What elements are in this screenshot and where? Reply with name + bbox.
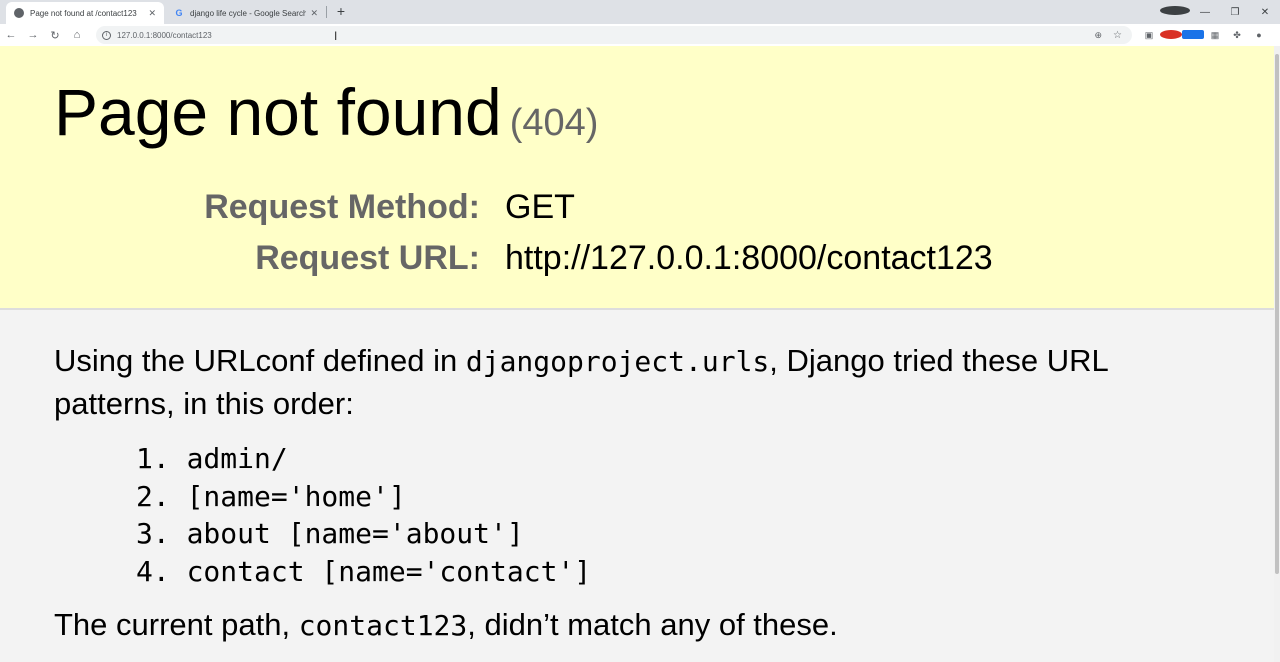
home-icon[interactable]: ⌂ bbox=[66, 29, 88, 41]
current-path-text: The current path, bbox=[54, 607, 299, 642]
profile-icon[interactable] bbox=[1160, 6, 1190, 18]
close-window-icon[interactable]: ✕ bbox=[1250, 7, 1280, 18]
intro-text: Using the URLconf defined in bbox=[54, 343, 466, 378]
google-icon: G bbox=[175, 8, 183, 18]
extension-red-icon[interactable] bbox=[1160, 29, 1182, 41]
current-path: contact123 bbox=[298, 609, 468, 642]
globe-icon bbox=[14, 8, 24, 18]
text-cursor-icon: I bbox=[334, 29, 338, 43]
urlconf-explanation: Using the URLconf defined in djangoproje… bbox=[54, 340, 1234, 425]
close-tab-icon[interactable]: ✕ bbox=[310, 8, 318, 19]
tab-page-not-found[interactable]: Page not found at /contact123 ✕ bbox=[6, 2, 164, 24]
error-info: Using the URLconf defined in djangoproje… bbox=[0, 312, 1274, 662]
page-title-text: Page not found bbox=[54, 75, 502, 149]
address-bar-url: 127.0.0.1:8000/contact123 bbox=[117, 30, 212, 40]
tab-title: Page not found at /contact123 bbox=[30, 8, 137, 18]
url-pattern-item: 2. [name='home'] bbox=[136, 479, 406, 513]
url-pattern-list: 1. admin/ 2. [name='home'] 3. about [nam… bbox=[136, 440, 591, 590]
extension-grid-icon[interactable]: ▦ bbox=[1204, 30, 1226, 41]
menu-kebab-icon[interactable]: ⋮ bbox=[1270, 30, 1280, 41]
request-method-value: GET bbox=[505, 188, 575, 226]
url-pattern-item: 1. admin/ bbox=[136, 442, 288, 475]
profile-avatar-icon[interactable]: ● bbox=[1248, 30, 1270, 40]
window-controls: — ❐ ✕ bbox=[1160, 0, 1280, 24]
url-pattern-item: 3. about [name='about'] bbox=[136, 517, 524, 550]
current-path-text-end: , didn’t match any of these. bbox=[467, 607, 838, 642]
tab-title: django life cycle - Google Search bbox=[190, 8, 307, 18]
extension-blue-icon[interactable] bbox=[1182, 29, 1204, 41]
request-method-label: Request Method: bbox=[204, 188, 480, 226]
extensions-puzzle-icon[interactable]: ✤ bbox=[1226, 30, 1248, 41]
bookmark-star-icon[interactable]: ☆ bbox=[1113, 30, 1122, 41]
error-summary: Page not found (404) Request Method: GET … bbox=[0, 46, 1274, 310]
restore-icon[interactable]: ❐ bbox=[1220, 7, 1250, 18]
page-title: Page not found (404) bbox=[54, 74, 598, 150]
status-code: (404) bbox=[509, 102, 599, 144]
back-icon[interactable]: ← bbox=[0, 29, 22, 41]
forward-icon[interactable]: → bbox=[22, 29, 44, 41]
zoom-icon[interactable]: ⊕ bbox=[1094, 30, 1102, 41]
tab-google-search[interactable]: G django life cycle - Google Search ✕ bbox=[166, 2, 326, 24]
request-url-value: http://127.0.0.1:8000/contact123 bbox=[505, 239, 993, 277]
scrollbar-thumb[interactable] bbox=[1275, 54, 1279, 574]
extensions-area: ▣ ▦ ✤ ● ⋮ bbox=[1138, 24, 1280, 46]
current-path-message: The current path, contact123, didn’t mat… bbox=[54, 604, 1234, 647]
tab-strip: Page not found at /contact123 ✕ G django… bbox=[0, 0, 1280, 24]
page-content: Page not found (404) Request Method: GET … bbox=[0, 46, 1274, 662]
request-url-label: Request URL: bbox=[255, 239, 480, 277]
minimize-icon[interactable]: — bbox=[1190, 7, 1220, 18]
reload-icon[interactable]: ↻ bbox=[44, 29, 66, 42]
extension-tablet-icon[interactable]: ▣ bbox=[1138, 30, 1160, 41]
tab-divider bbox=[326, 6, 327, 18]
address-bar[interactable]: i 127.0.0.1:8000/contact123 ⊕ ☆ bbox=[96, 26, 1132, 44]
site-info-icon[interactable]: i bbox=[102, 30, 111, 40]
close-tab-icon[interactable]: ✕ bbox=[148, 8, 156, 19]
new-tab-button[interactable]: + bbox=[334, 3, 348, 19]
url-pattern-item: 4. contact [name='contact'] bbox=[136, 554, 592, 588]
browser-toolbar: ← → ↻ ⌂ i 127.0.0.1:8000/contact123 ⊕ ☆ bbox=[0, 24, 1280, 46]
vertical-scrollbar[interactable] bbox=[1274, 46, 1280, 662]
urlconf-name: djangoproject.urls bbox=[465, 345, 770, 378]
